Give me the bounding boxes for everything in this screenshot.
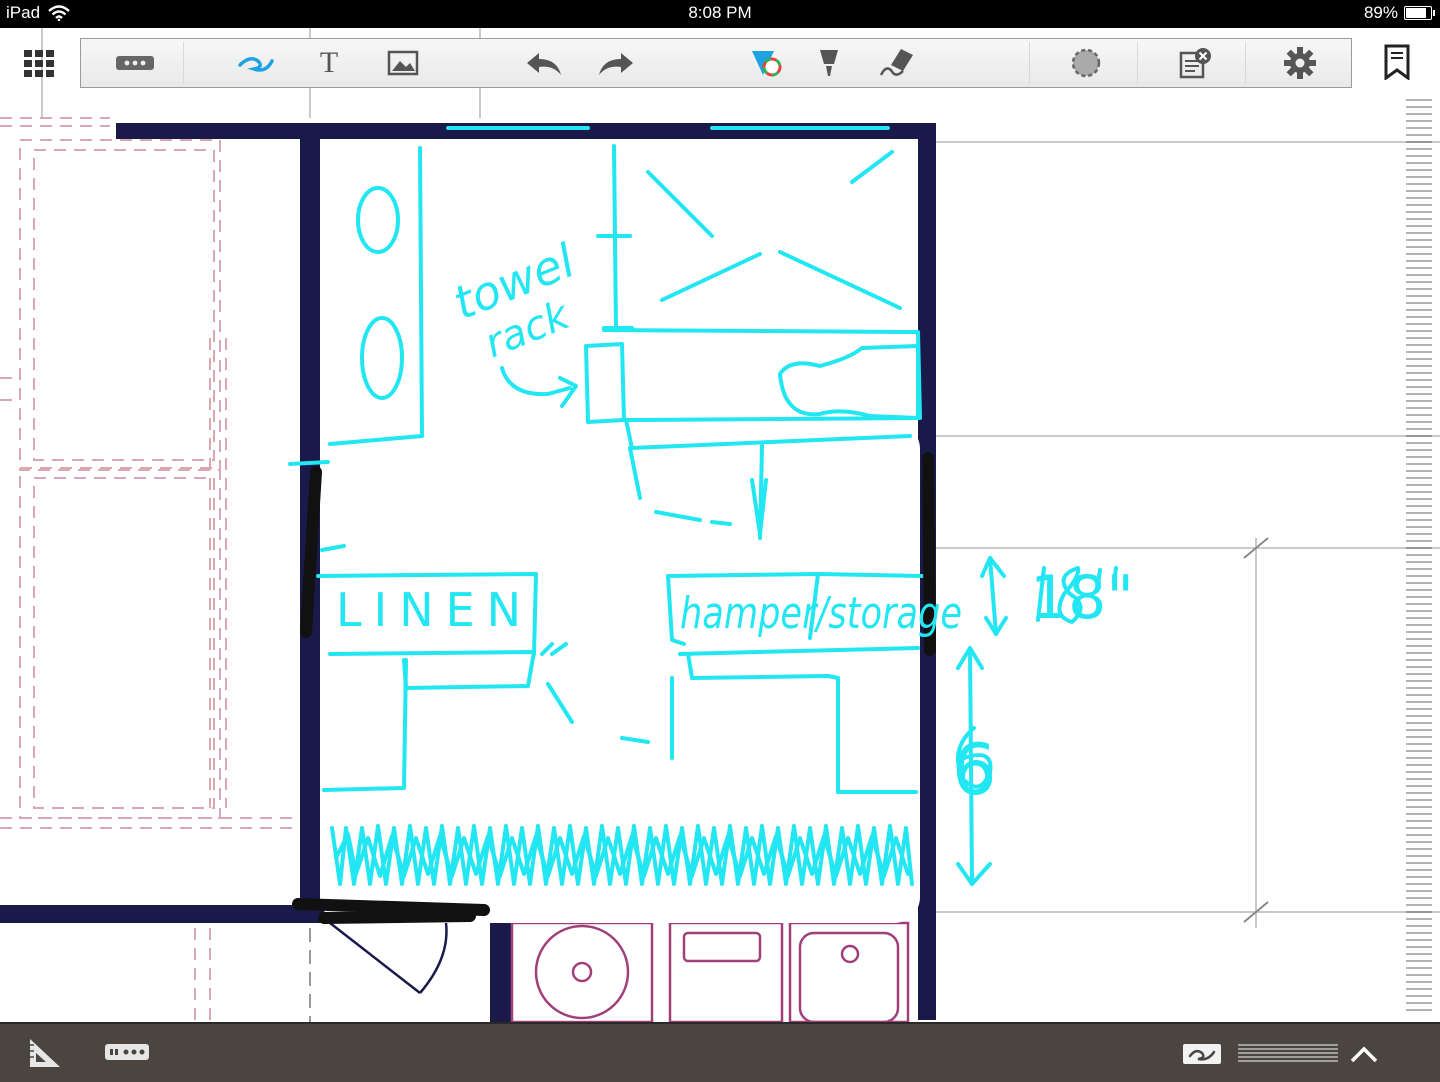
text-tool-button[interactable]: T: [301, 43, 357, 83]
label-dimension-18-inches: 18": [1030, 563, 1134, 633]
apps-grid-button[interactable]: [22, 48, 56, 80]
floor-plan-drawing: towel rack LINEN hamper/storage 18" 6: [0, 28, 1440, 1022]
lines-icon: [1238, 1044, 1338, 1062]
undo-button[interactable]: [509, 43, 579, 83]
bookmark-icon: [1384, 44, 1410, 81]
pen-tool-button[interactable]: [221, 43, 291, 83]
top-toolbar: T: [80, 38, 1352, 88]
redo-icon: [599, 53, 633, 75]
bottom-bar: [0, 1022, 1440, 1082]
label-hamper-storage: hamper/storage: [680, 588, 962, 639]
color-picker-button[interactable]: [733, 43, 803, 83]
highlighter-icon: [820, 50, 838, 76]
settings-icon: [1284, 47, 1316, 79]
status-bar: iPad 8:08 PM 89%: [0, 0, 1440, 28]
handwriting-icon: [1183, 1044, 1221, 1064]
eraser-icon: [879, 49, 913, 76]
pen-tool-icon: [238, 57, 274, 72]
undo-icon: [527, 53, 561, 75]
clock: 8:08 PM: [688, 3, 752, 22]
image-tool-button[interactable]: [373, 43, 433, 83]
keyboard-button[interactable]: [100, 1038, 154, 1068]
handwriting-button[interactable]: [1178, 1040, 1226, 1068]
battery-icon: [1404, 6, 1435, 20]
settings-button[interactable]: [1265, 43, 1335, 83]
ruler-button[interactable]: [22, 1034, 66, 1074]
color-picker-icon: [752, 51, 782, 77]
label-linen: LINEN: [336, 583, 533, 637]
label-dimension-6: 6: [952, 729, 997, 811]
page-scroller[interactable]: [1404, 98, 1434, 1018]
clear-page-icon: [1179, 48, 1211, 79]
clear-page-button[interactable]: [1161, 43, 1231, 83]
lasso-button[interactable]: [1051, 43, 1121, 83]
apps-grid-icon: [24, 50, 54, 77]
eraser-button[interactable]: [863, 43, 935, 83]
text-tool-icon: T: [319, 46, 339, 79]
lines-button[interactable]: [1236, 1042, 1340, 1064]
ruler-ticks: [1406, 99, 1432, 1011]
bookmark-button[interactable]: [1382, 44, 1412, 84]
image-tool-icon: [387, 50, 419, 76]
highlighter-button[interactable]: [801, 43, 857, 83]
battery-percent: 89%: [1363, 3, 1398, 22]
chevron-up-icon: [1350, 1046, 1378, 1063]
drawing-canvas[interactable]: towel rack LINEN hamper/storage 18" 6: [0, 28, 1440, 1022]
ruler-triangle-icon: [30, 1039, 60, 1067]
expand-button[interactable]: [1346, 1040, 1382, 1068]
more-button[interactable]: [95, 43, 175, 83]
keyboard-icon: [105, 1044, 149, 1060]
lasso-icon: [1071, 48, 1101, 78]
redo-button[interactable]: [581, 43, 651, 83]
more-icon: [116, 56, 154, 70]
